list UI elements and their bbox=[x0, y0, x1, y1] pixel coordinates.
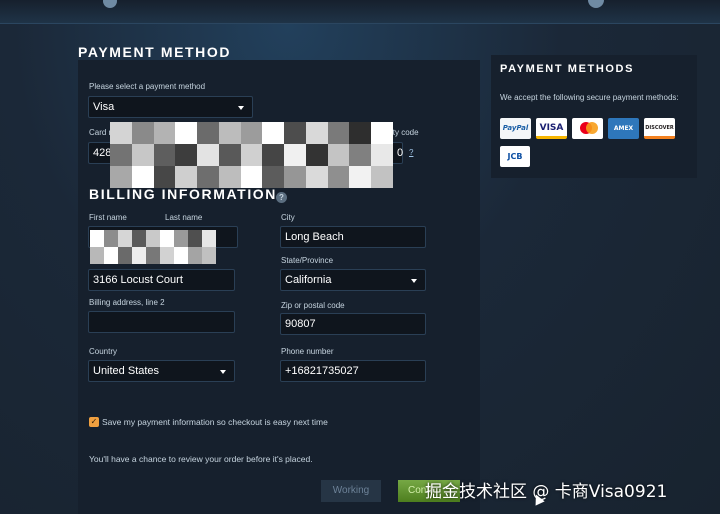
phone-number-value: +16821735027 bbox=[285, 365, 359, 377]
save-payment-checkbox[interactable]: ✓ bbox=[89, 417, 99, 427]
phone-number-label: Phone number bbox=[281, 347, 334, 356]
payment-methods-description: We accept the following secure payment m… bbox=[500, 93, 679, 102]
jcb-logo: JCB bbox=[500, 146, 530, 167]
billing-address-line1-value: 3166 Locust Court bbox=[93, 274, 183, 286]
billing-address-line1-field[interactable]: 3166 Locust Court bbox=[88, 269, 235, 291]
last-name-label: Last name bbox=[165, 213, 203, 222]
visa-logo: VISA bbox=[536, 118, 567, 139]
billing-information-heading: BILLING INFORMATION bbox=[89, 186, 278, 202]
state-province-value: California bbox=[285, 274, 332, 286]
chevron-down-icon bbox=[238, 106, 244, 110]
payment-method-select[interactable]: Visa bbox=[88, 96, 253, 118]
chevron-down-icon bbox=[411, 279, 417, 283]
country-value: United States bbox=[93, 365, 160, 377]
city-value: Long Beach bbox=[285, 231, 344, 243]
payment-methods-heading: PAYMENT METHODS bbox=[500, 63, 635, 75]
help-icon[interactable]: ? bbox=[276, 192, 287, 203]
payment-select-label: Please select a payment method bbox=[89, 82, 206, 91]
mastercard-logo bbox=[572, 118, 603, 139]
card-number-value: 428 bbox=[93, 147, 112, 159]
city-field[interactable]: Long Beach bbox=[280, 226, 426, 248]
first-name-label: First name bbox=[89, 213, 127, 222]
security-code-help-link[interactable]: ? bbox=[409, 148, 413, 157]
state-province-select[interactable]: California bbox=[280, 269, 426, 291]
review-order-note: You'll have a chance to review your orde… bbox=[89, 454, 313, 464]
nav-icon[interactable] bbox=[103, 0, 117, 8]
billing-address-line2-field[interactable] bbox=[88, 311, 235, 333]
payment-method-value: Visa bbox=[93, 101, 115, 113]
account-avatar[interactable] bbox=[588, 0, 604, 8]
zip-code-value: 90807 bbox=[285, 318, 316, 330]
security-code-value: 0 bbox=[397, 147, 404, 159]
payment-method-heading: PAYMENT METHOD bbox=[78, 44, 232, 60]
censor-mosaic-card bbox=[110, 122, 393, 188]
top-navigation-bar bbox=[0, 0, 720, 24]
country-label: Country bbox=[89, 347, 118, 356]
zip-code-field[interactable]: 90807 bbox=[280, 313, 426, 335]
zip-code-label: Zip or postal code bbox=[281, 301, 345, 310]
working-button[interactable]: Working bbox=[321, 480, 381, 502]
phone-number-field[interactable]: +16821735027 bbox=[280, 360, 426, 382]
city-label: City bbox=[281, 213, 295, 222]
watermark-text: 掘金技术社区 @ 卡商Visa0921 bbox=[425, 482, 668, 502]
paypal-logo: PayPal bbox=[500, 118, 531, 139]
chevron-down-icon bbox=[220, 370, 226, 374]
country-select[interactable]: United States bbox=[88, 360, 235, 382]
security-code-label: ity code bbox=[391, 128, 419, 137]
discover-logo: DISCOVER bbox=[644, 118, 675, 139]
state-province-label: State/Province bbox=[281, 256, 334, 265]
checkmark-icon: ✓ bbox=[90, 417, 98, 426]
billing-address-line2-label: Billing address, line 2 bbox=[89, 298, 165, 307]
censor-mosaic-name bbox=[90, 230, 216, 264]
save-payment-label[interactable]: Save my payment information so checkout … bbox=[102, 417, 328, 427]
american-express-logo: AMEX bbox=[608, 118, 639, 139]
